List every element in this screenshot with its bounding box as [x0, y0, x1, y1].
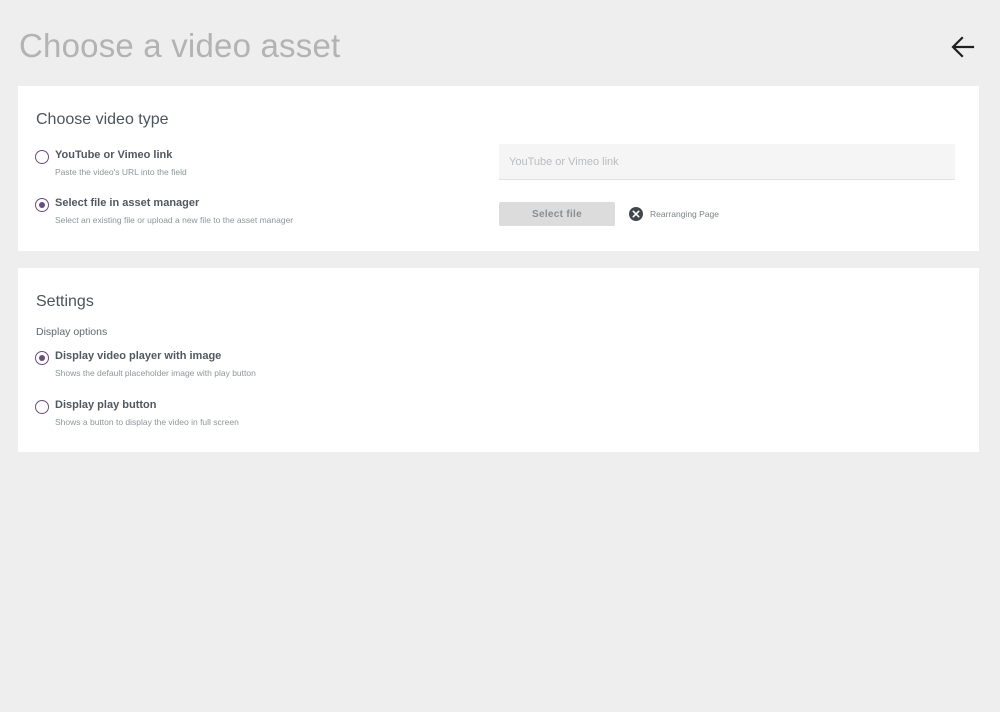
arrow-left-icon [951, 36, 975, 58]
radio-label: Display video player with image [55, 350, 222, 362]
video-type-title: Choose video type [36, 111, 169, 128]
radio-button-youtube-vimeo[interactable] [35, 150, 49, 164]
video-url-input[interactable] [499, 144, 955, 180]
settings-title: Settings [36, 293, 94, 310]
radio-button-asset-manager[interactable] [35, 198, 49, 212]
select-file-button[interactable]: Select file [499, 202, 615, 226]
back-button[interactable] [947, 32, 979, 62]
radio-description: Select an existing file or upload a new … [55, 215, 294, 225]
radio-label: Select file in asset manager [55, 197, 200, 209]
settings-card: Settings Display options Display video p… [18, 268, 979, 452]
video-asset-page: Choose a video asset Choose video type Y… [0, 0, 1000, 712]
radio-button-play-button[interactable] [35, 400, 49, 414]
selected-file-name: Rearranging Page [650, 209, 719, 219]
radio-label: Display play button [55, 399, 157, 411]
close-circle-icon[interactable] [629, 207, 643, 221]
radio-description: Shows the default placeholder image with… [55, 368, 256, 378]
video-type-card: Choose video type YouTube or Vimeo link … [18, 86, 979, 251]
radio-button-player-with-image[interactable] [35, 351, 49, 365]
radio-label: YouTube or Vimeo link [55, 149, 173, 161]
page-title: Choose a video asset [19, 27, 341, 64]
radio-description: Shows a button to display the video in f… [55, 417, 239, 427]
display-options-label: Display options [36, 326, 108, 338]
radio-description: Paste the video's URL into the field [55, 167, 187, 177]
